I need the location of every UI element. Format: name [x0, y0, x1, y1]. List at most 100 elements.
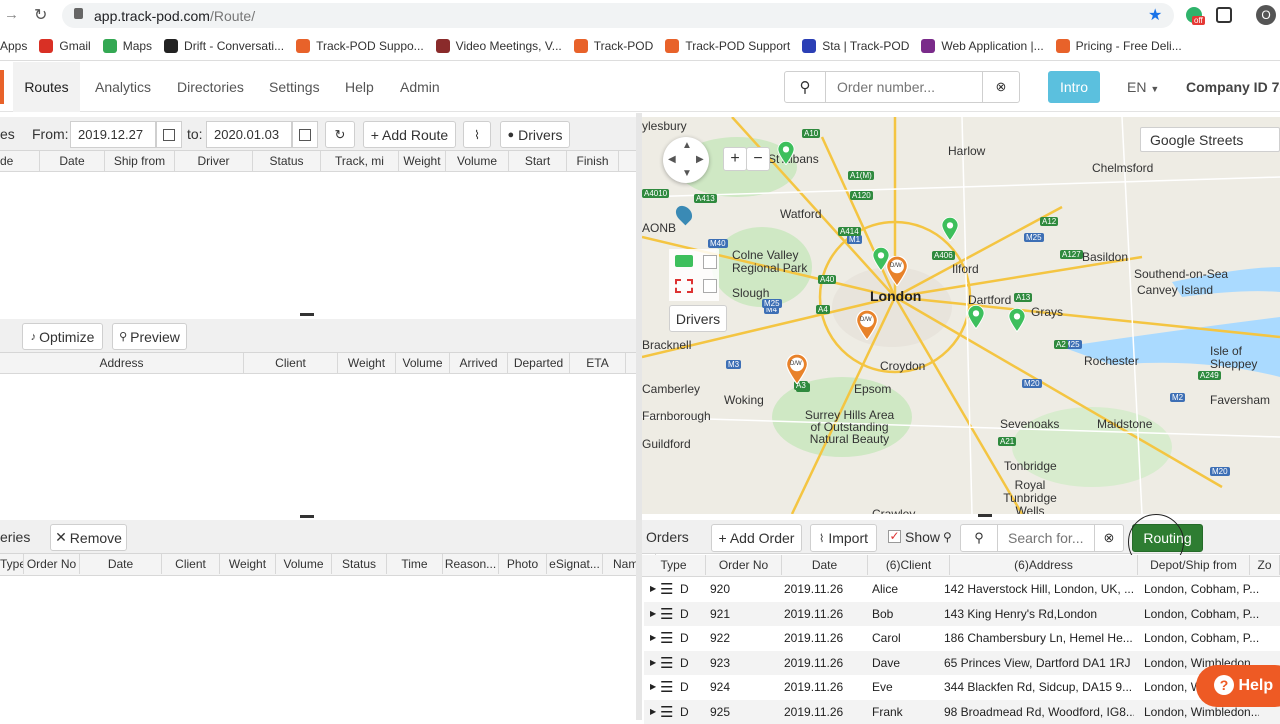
order-search-input[interactable]: [825, 71, 983, 103]
column-header[interactable]: Type: [642, 555, 706, 575]
bookmark-item[interactable]: Track-POD Support: [659, 30, 796, 61]
nav-settings[interactable]: Settings: [269, 62, 320, 112]
logo[interactable]: [0, 70, 4, 104]
column-header[interactable]: Order No: [706, 555, 782, 575]
profile-avatar[interactable]: O: [1256, 5, 1276, 25]
pan-up-icon[interactable]: ▲: [682, 140, 692, 151]
bookmark-item[interactable]: Sta | Track-POD: [796, 30, 915, 61]
column-header[interactable]: Finish: [567, 151, 619, 171]
add-route-button[interactable]: + Add Route: [363, 121, 456, 148]
routes-splitter[interactable]: [300, 313, 314, 316]
column-header[interactable]: Status: [253, 151, 321, 171]
column-header[interactable]: ETA: [570, 353, 626, 373]
orders-search-input[interactable]: [997, 524, 1095, 552]
bookmark-item[interactable]: Video Meetings, V...: [430, 30, 568, 61]
map-splitter[interactable]: [978, 514, 992, 517]
to-date-input[interactable]: 2020.01.03: [206, 121, 292, 148]
expand-icon[interactable]: ▶: [650, 707, 656, 716]
column-header[interactable]: Weight: [338, 353, 396, 373]
order-pin-icon[interactable]: [1008, 308, 1026, 332]
expand-icon[interactable]: ▶: [650, 584, 656, 593]
nav-routes[interactable]: Routes: [13, 62, 80, 112]
forward-icon[interactable]: →: [4, 6, 19, 23]
column-header[interactable]: Zo: [1250, 555, 1280, 575]
from-date-input[interactable]: 2019.12.27: [70, 121, 156, 148]
bookmark-item[interactable]: Gmail: [33, 30, 96, 61]
column-header[interactable]: (6)Client: [868, 555, 950, 575]
camera-extension-icon[interactable]: [1216, 7, 1232, 23]
expand-icon[interactable]: ▶: [650, 682, 656, 691]
optimize-button[interactable]: ♪Optimize: [22, 323, 103, 350]
calendar-from-button[interactable]: [156, 121, 182, 148]
column-header[interactable]: Weight: [220, 554, 276, 574]
column-header[interactable]: Type: [0, 554, 24, 574]
table-row[interactable]: ▶☰D9212019.11.26Bob143 King Henry's Rd,L…: [644, 602, 1280, 627]
map[interactable]: St AlbansHarlowChelmsfordWatfordColne Va…: [642, 117, 1280, 514]
layer-select[interactable]: Google Streets: [1140, 127, 1280, 152]
column-header[interactable]: Order No: [24, 554, 80, 574]
expand-icon[interactable]: ▶: [650, 633, 656, 642]
depot-pin-icon[interactable]: D/W: [784, 354, 810, 384]
reload-icon[interactable]: ↻: [34, 5, 47, 25]
order-pin-icon[interactable]: [777, 141, 795, 165]
table-row[interactable]: ▶☰D9202019.11.26Alice142 Haverstock Hill…: [644, 577, 1280, 602]
column-header[interactable]: Volume: [396, 353, 450, 373]
pan-down-icon[interactable]: ▼: [682, 168, 692, 179]
column-header[interactable]: Photo: [499, 554, 547, 574]
pan-control[interactable]: ▲ ▼ ◀ ▶: [663, 137, 709, 183]
order-pin-icon[interactable]: [941, 217, 959, 241]
calendar-to-button[interactable]: [292, 121, 318, 148]
expand-icon[interactable]: ▶: [650, 609, 656, 618]
language-select[interactable]: EN ▼: [1127, 62, 1159, 112]
bookmark-item[interactable]: Maps: [97, 30, 158, 61]
orders-search-button[interactable]: ⚲: [960, 524, 998, 552]
bookmark-item[interactable]: Track-POD Suppo...: [290, 30, 430, 61]
column-header[interactable]: Status: [332, 554, 387, 574]
truck-toggle-checkbox[interactable]: [703, 255, 717, 269]
column-header[interactable]: Client: [162, 554, 220, 574]
route-toggle-checkbox[interactable]: [703, 279, 717, 293]
depot-pin-icon[interactable]: D/W: [854, 310, 880, 340]
table-row[interactable]: ▶☰D9222019.11.26Carol186 Chambersbury Ln…: [644, 626, 1280, 651]
column-header[interactable]: Address: [0, 353, 244, 373]
address-bar[interactable]: app.track-pod.com/Route/ ★: [62, 3, 1174, 28]
depot-pin-icon[interactable]: D/W: [884, 256, 910, 286]
column-header[interactable]: Departed: [508, 353, 570, 373]
drag-handle-icon[interactable]: ☰: [660, 654, 673, 672]
bookmark-item[interactable]: Apps: [0, 30, 33, 61]
nav-directories[interactable]: Directories: [177, 62, 244, 112]
stops-splitter[interactable]: [300, 515, 314, 518]
nav-analytics[interactable]: Analytics: [95, 62, 151, 112]
drivers-button[interactable]: ●Drivers: [500, 121, 570, 148]
column-header[interactable]: Volume: [446, 151, 509, 171]
drag-handle-icon[interactable]: ☰: [660, 605, 673, 623]
map-drivers-button[interactable]: Drivers: [669, 305, 727, 332]
column-header[interactable]: Client: [244, 353, 338, 373]
bookmark-item[interactable]: Web Application |...: [915, 30, 1049, 61]
table-row[interactable]: ▶☰D9252019.11.26Frank98 Broadmead Rd, Wo…: [644, 700, 1280, 724]
column-header[interactable]: Start: [509, 151, 567, 171]
column-header[interactable]: Volume: [276, 554, 332, 574]
zoom-in-button[interactable]: +: [723, 147, 747, 171]
drag-handle-icon[interactable]: ☰: [660, 703, 673, 721]
help-button[interactable]: ? Help: [1196, 665, 1280, 707]
bookmark-item[interactable]: Drift - Conversati...: [158, 30, 290, 61]
table-row[interactable]: ▶☰D9232019.11.26Dave65 Princes View, Dar…: [644, 651, 1280, 676]
clear-search-button[interactable]: ⊗: [982, 71, 1020, 103]
column-header[interactable]: Time: [387, 554, 443, 574]
column-header[interactable]: (6)Address: [950, 555, 1138, 575]
show-checkbox[interactable]: ✓: [888, 530, 901, 543]
zoom-out-button[interactable]: −: [746, 147, 770, 171]
orders-clear-button[interactable]: ⊗: [1094, 524, 1124, 552]
pan-left-icon[interactable]: ◀: [668, 154, 676, 165]
add-order-button[interactable]: + Add Order: [711, 524, 802, 552]
attach-button[interactable]: ⌇: [463, 121, 491, 148]
column-header[interactable]: Date: [80, 554, 162, 574]
pan-right-icon[interactable]: ▶: [696, 154, 704, 165]
remove-button[interactable]: ✕Remove: [50, 524, 127, 551]
drag-handle-icon[interactable]: ☰: [660, 629, 673, 647]
intro-button[interactable]: Intro: [1048, 71, 1100, 103]
import-button[interactable]: ⌇Import: [810, 524, 877, 552]
nav-help[interactable]: Help: [345, 62, 374, 112]
column-header[interactable]: de: [0, 151, 40, 171]
